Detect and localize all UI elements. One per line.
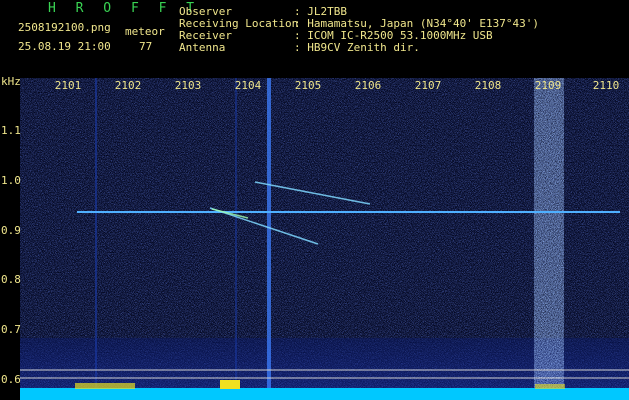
filename-label: 2508192100.png xyxy=(18,21,111,34)
x-tick-2105: 2105 xyxy=(294,79,322,92)
y-tick-1-0: 1.0 xyxy=(1,174,21,187)
vertical-faint-line-2 xyxy=(235,78,237,388)
noise-band-2109 xyxy=(534,78,564,388)
y-tick-0-8: 0.8 xyxy=(1,273,21,286)
x-tick-2101: 2101 xyxy=(54,79,82,92)
antenna-value: : HB9CV Zenith dir. xyxy=(294,41,420,54)
spectrogram xyxy=(20,78,629,400)
x-tick-2106: 2106 xyxy=(354,79,382,92)
spectrogram-canvas xyxy=(20,78,629,400)
antenna-label: Antenna xyxy=(179,41,226,54)
y-tick-0-9: 0.9 xyxy=(1,224,21,237)
datetime-label: 25.08.19 21:00 xyxy=(18,40,111,53)
level-strip xyxy=(20,388,629,400)
count-label: 77 xyxy=(139,40,153,53)
level-peaks-2 xyxy=(535,384,565,389)
y-unit-label: kHz xyxy=(1,75,21,88)
x-tick-2104: 2104 xyxy=(234,79,262,92)
level-peaks-1 xyxy=(75,383,135,389)
y-tick-0-6: 0.6 xyxy=(1,373,21,386)
x-tick-2110: 2110 xyxy=(592,79,620,92)
x-tick-2108: 2108 xyxy=(474,79,502,92)
vertical-faint-line-1 xyxy=(95,78,97,388)
x-tick-2109: 2109 xyxy=(534,79,562,92)
header-panel: H R O F F T 2508192100.png meteor 25.08.… xyxy=(0,0,629,75)
vertical-noise-line xyxy=(267,78,271,388)
x-tick-2102: 2102 xyxy=(114,79,142,92)
x-tick-2107: 2107 xyxy=(414,79,442,92)
y-tick-0-7: 0.7 xyxy=(1,323,21,336)
x-tick-2103: 2103 xyxy=(174,79,202,92)
app-title: H R O F F T xyxy=(48,1,201,16)
level-peak-main xyxy=(220,380,240,389)
mode-label: meteor xyxy=(125,25,165,38)
y-tick-1-1: 1.1 xyxy=(1,124,21,137)
